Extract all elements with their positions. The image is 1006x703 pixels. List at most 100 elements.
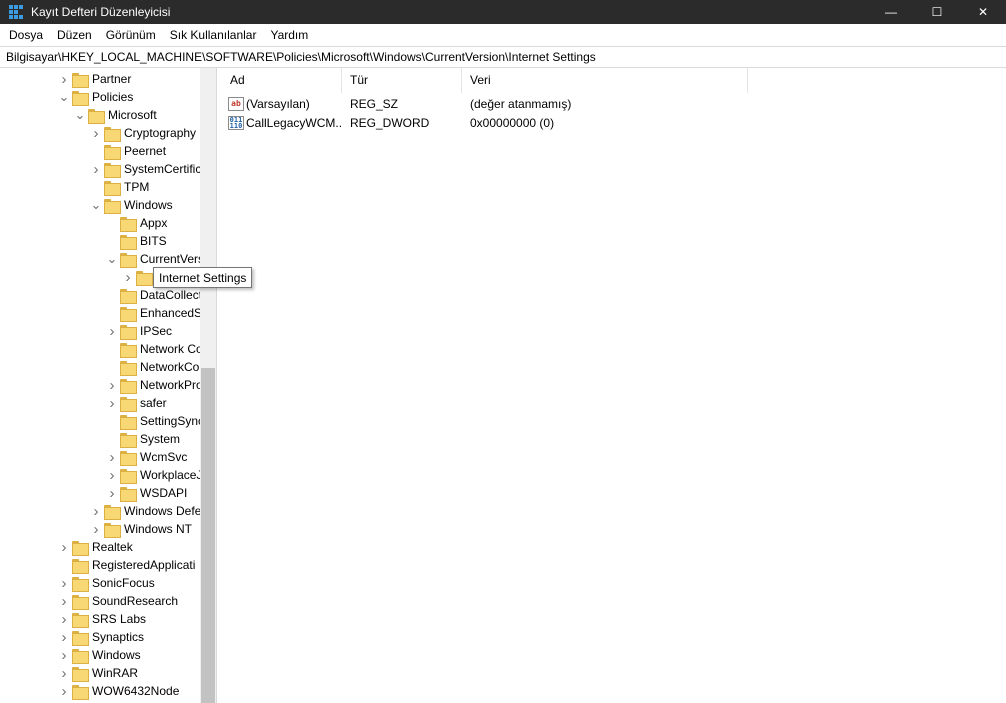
folder-icon: [104, 126, 121, 142]
tree-item[interactable]: RegisteredApplicati: [56, 556, 195, 574]
tree-item[interactable]: › Windows: [56, 646, 141, 664]
folder-icon: [72, 648, 89, 664]
tree-item-label: CurrentVers: [140, 252, 200, 266]
column-header-type[interactable]: Tür: [342, 68, 462, 93]
menu-dosya[interactable]: Dosya: [2, 24, 50, 46]
chevron-right-icon[interactable]: ›: [104, 394, 120, 412]
maximize-button[interactable]: ☐: [914, 0, 960, 24]
tree-item[interactable]: › SRS Labs: [56, 610, 146, 628]
value-row[interactable]: ab (Varsayılan) REG_SZ (değer atanmamış): [222, 94, 748, 113]
chevron-right-icon[interactable]: ›: [104, 448, 120, 466]
tree-item-label: NetworkCo: [140, 360, 200, 374]
tree-item[interactable]: NetworkCo: [104, 358, 199, 376]
tree-item-label: Windows NT: [124, 522, 193, 536]
tree-item[interactable]: › Realtek: [56, 538, 133, 556]
tree-item-label: Windows Defe: [124, 504, 200, 518]
menu-gorunum[interactable]: Görünüm: [99, 24, 163, 46]
chevron-right-icon[interactable]: ›: [56, 70, 72, 88]
tree-item[interactable]: › WOW6432Node: [56, 682, 179, 700]
tree-item-label: WSDAPI: [140, 486, 188, 500]
folder-icon: [120, 414, 137, 430]
chevron-right-icon[interactable]: ›: [104, 484, 120, 502]
menu-sik-kullanilanlar[interactable]: Sık Kullanılanlar: [163, 24, 264, 46]
chevron-down-icon[interactable]: ⌄: [72, 106, 88, 124]
chevron-right-icon[interactable]: ›: [56, 574, 72, 592]
folder-icon: [120, 450, 137, 466]
column-header-data[interactable]: Veri: [462, 68, 748, 93]
menu-yardim[interactable]: Yardım: [263, 24, 315, 46]
tree-item-label: System: [140, 432, 181, 446]
chevron-down-icon[interactable]: ⌄: [104, 250, 120, 268]
folder-icon: [120, 396, 137, 412]
tree-item-label: SystemCertific: [124, 162, 200, 176]
chevron-down-icon[interactable]: ⌄: [88, 196, 104, 214]
folder-icon: [120, 342, 137, 358]
tree-item[interactable]: › WorkplaceJ: [104, 466, 200, 484]
tree-item-label: SettingSync: [140, 414, 200, 428]
tree-item[interactable]: › Windows NT: [88, 520, 192, 538]
chevron-right-icon[interactable]: ›: [56, 646, 72, 664]
tree-item[interactable]: › Partner: [56, 70, 131, 88]
tree-item[interactable]: › WcmSvc: [104, 448, 187, 466]
tree-item[interactable]: › Synaptics: [56, 628, 144, 646]
chevron-down-icon[interactable]: ⌄: [56, 88, 72, 106]
tree-item[interactable]: › Windows Defe: [88, 502, 200, 520]
tree-item[interactable]: › SonicFocus: [56, 574, 155, 592]
tree-item[interactable]: › NetworkPro: [104, 376, 200, 394]
chevron-right-icon[interactable]: ›: [56, 538, 72, 556]
tree-item[interactable]: › WinRAR: [56, 664, 138, 682]
tree-item-label: WinRAR: [92, 666, 139, 680]
folder-icon: [120, 378, 137, 394]
minimize-button[interactable]: —: [868, 0, 914, 24]
menu-duzen[interactable]: Düzen: [50, 24, 99, 46]
tree-item[interactable]: Appx: [104, 214, 167, 232]
close-button[interactable]: ✕: [960, 0, 1006, 24]
tree-item[interactable]: Peernet: [88, 142, 166, 160]
tree-item-label: Partner: [92, 72, 132, 86]
tree-item-label: NetworkPro: [140, 378, 200, 392]
tree-item[interactable]: SettingSync: [104, 412, 200, 430]
chevron-right-icon[interactable]: ›: [104, 466, 120, 484]
chevron-right-icon[interactable]: ›: [56, 682, 72, 700]
tree-item[interactable]: BITS: [104, 232, 167, 250]
tree-item[interactable]: ⌄ Policies: [56, 88, 133, 106]
chevron-right-icon[interactable]: ›: [88, 502, 104, 520]
tree-item[interactable]: › IPSec: [104, 322, 172, 340]
tree-item[interactable]: › WSDAPI: [104, 484, 187, 502]
tree-item[interactable]: › safer: [104, 394, 167, 412]
address-bar[interactable]: Bilgisayar\HKEY_LOCAL_MACHINE\SOFTWARE\P…: [0, 46, 1006, 68]
tree-item[interactable]: TPM: [88, 178, 149, 196]
chevron-right-icon[interactable]: ›: [104, 322, 120, 340]
tree-item[interactable]: › SystemCertific: [88, 160, 200, 178]
tree-item-label: safer: [140, 396, 167, 410]
tree-scrollbar[interactable]: [200, 68, 216, 703]
chevron-right-icon[interactable]: ›: [120, 268, 136, 286]
chevron-right-icon[interactable]: ›: [56, 592, 72, 610]
tree-item[interactable]: Network Co: [104, 340, 200, 358]
chevron-right-icon[interactable]: ›: [56, 628, 72, 646]
tree-item[interactable]: ⌄ Windows: [88, 196, 173, 214]
tree-item[interactable]: ›: [120, 268, 156, 286]
tree-item[interactable]: ⌄ CurrentVers: [104, 250, 200, 268]
chevron-right-icon[interactable]: ›: [88, 520, 104, 538]
tree-item-label: Peernet: [124, 144, 167, 158]
chevron-right-icon[interactable]: ›: [88, 124, 104, 142]
chevron-right-icon[interactable]: ›: [88, 160, 104, 178]
folder-icon: [120, 360, 137, 376]
tree-item[interactable]: System: [104, 430, 180, 448]
chevron-right-icon[interactable]: ›: [56, 610, 72, 628]
chevron-right-icon[interactable]: ›: [104, 376, 120, 394]
chevron-right-icon[interactable]: ›: [56, 664, 72, 682]
value-type: REG_SZ: [350, 96, 399, 111]
tree-item[interactable]: EnhancedS: [104, 304, 200, 322]
value-row[interactable]: 011 110 CallLegacyWCM... REG_DWORD 0x000000…: [222, 113, 748, 132]
tree-scrollbar-thumb[interactable]: [201, 368, 215, 703]
tree-item-label: WorkplaceJ: [140, 468, 200, 482]
tree-item[interactable]: DataCollect: [104, 286, 200, 304]
tree-item[interactable]: › SoundResearch: [56, 592, 178, 610]
column-header-name[interactable]: Ad: [222, 68, 342, 93]
tree-item[interactable]: ⌄ Microsoft: [72, 106, 157, 124]
tree-item[interactable]: › Cryptography: [88, 124, 196, 142]
